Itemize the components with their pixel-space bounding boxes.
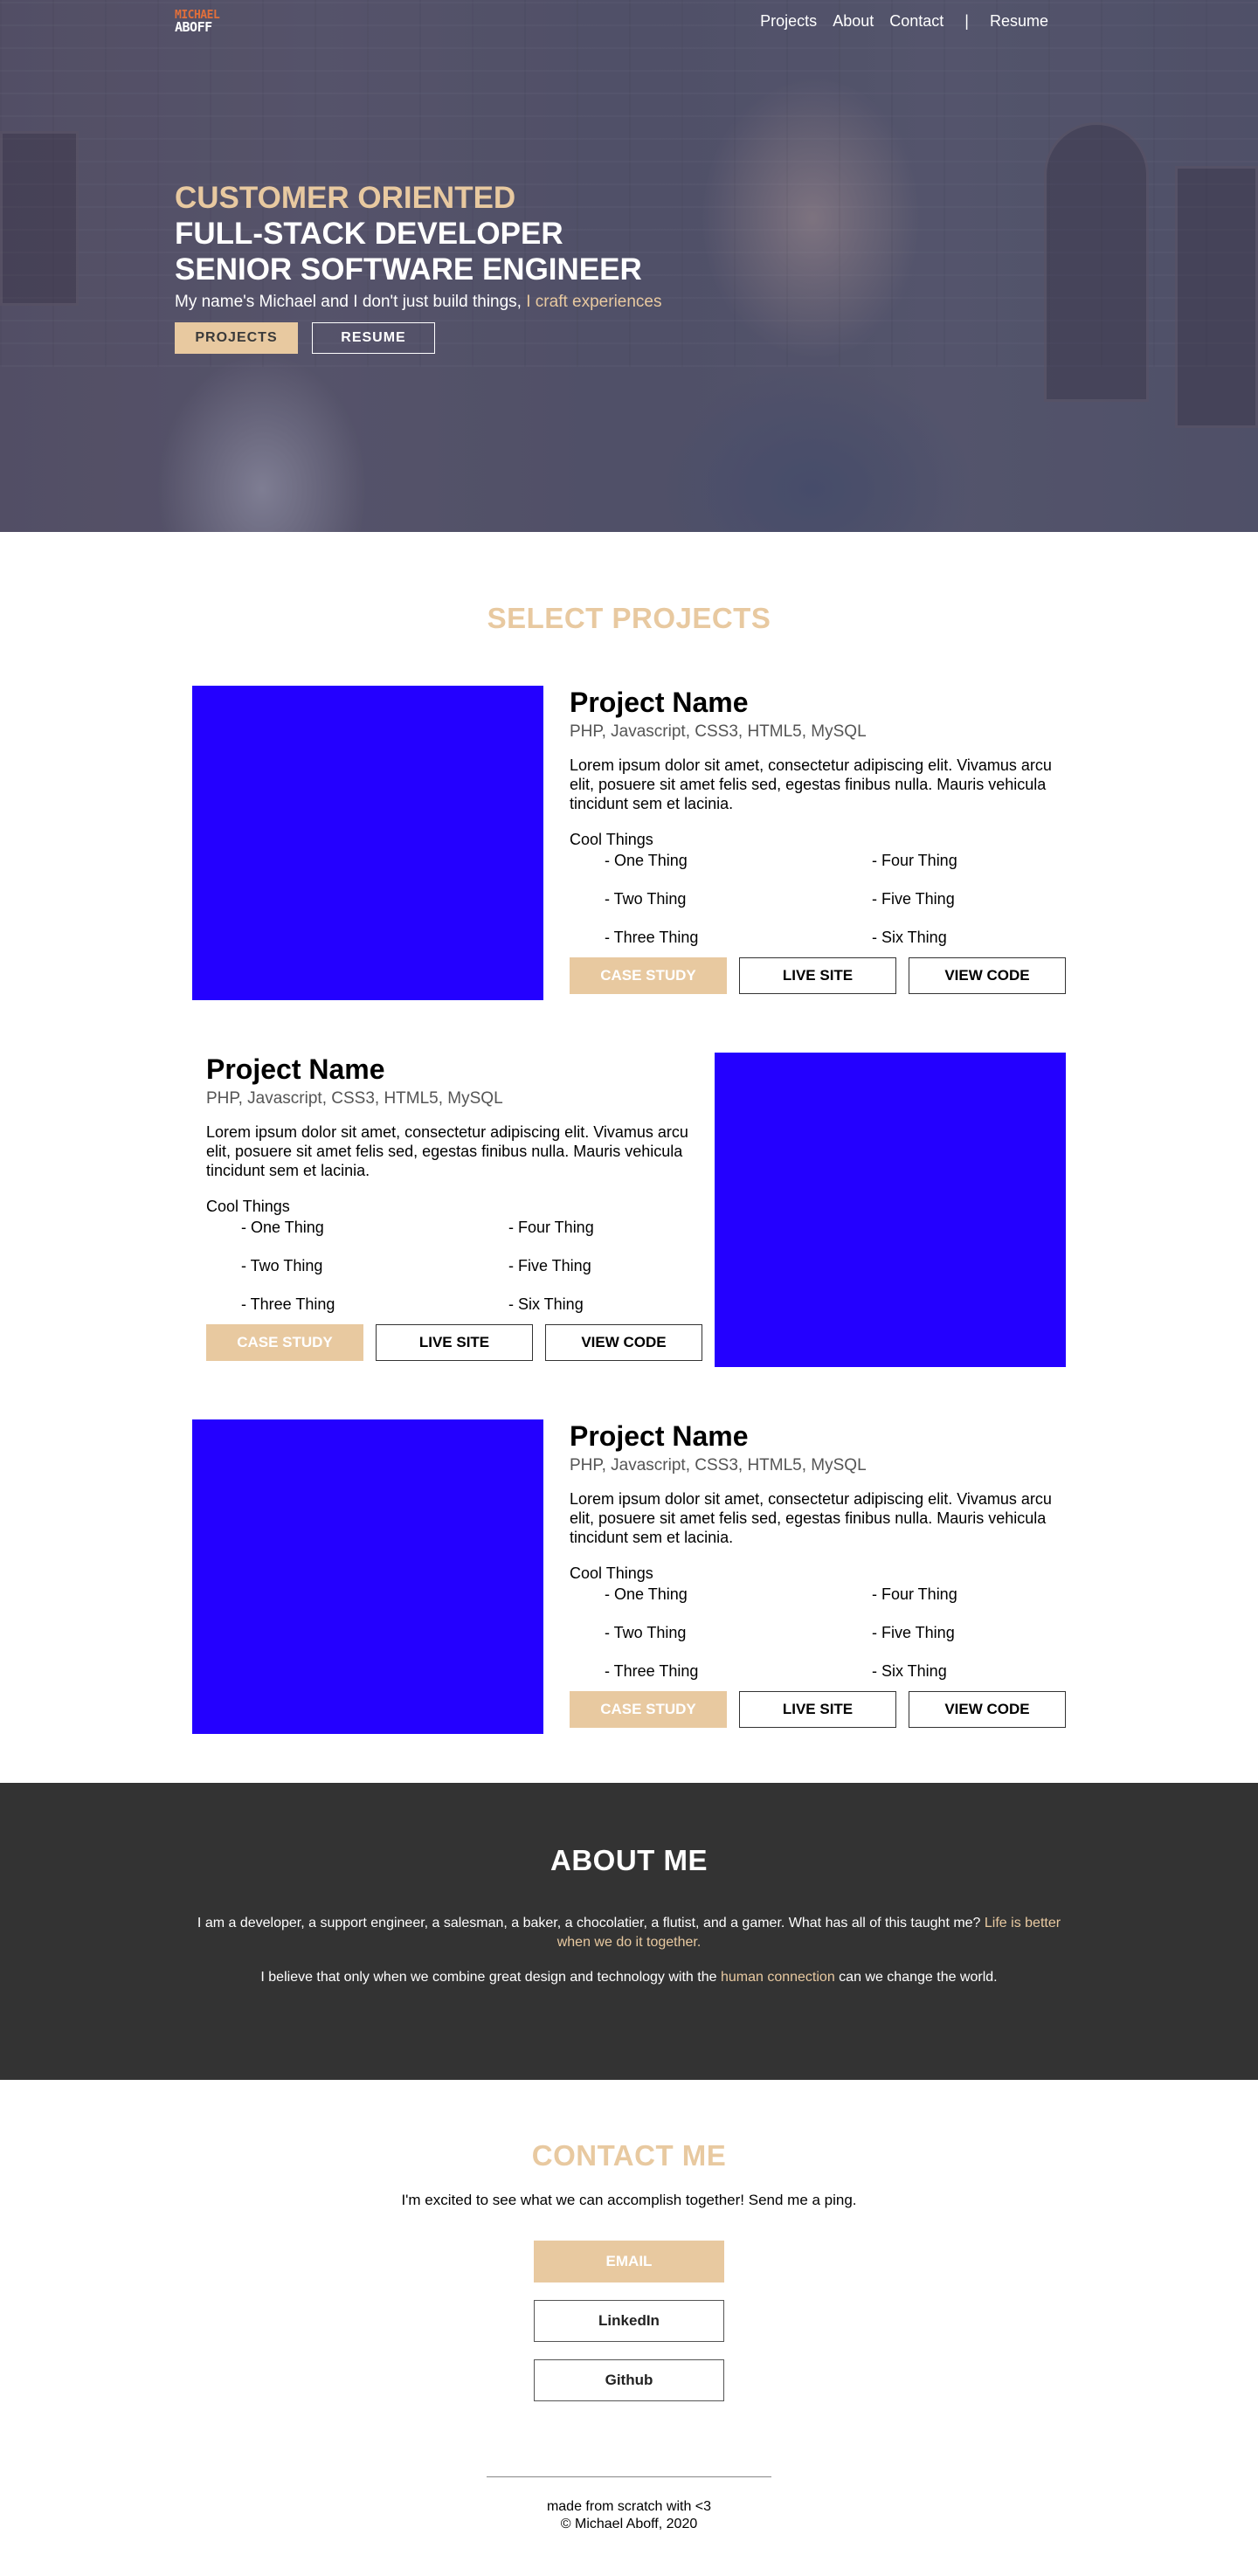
email-button[interactable]: EMAIL xyxy=(534,2241,724,2282)
cool-things-label: Cool Things xyxy=(570,1564,653,1582)
project-description: Lorem ipsum dolor sit amet, consectetur … xyxy=(570,1490,1052,1546)
list-item: - Five Thing xyxy=(508,1257,591,1274)
hero-content: CUSTOMER ORIENTED FULL-STACK DEVELOPER S… xyxy=(175,180,662,354)
hero-headline-line2: FULL-STACK DEVELOPER xyxy=(175,217,563,251)
projects-title: SELECT PROJECTS xyxy=(487,602,771,634)
project-tech-stack: PHP, Javascript, CSS3, HTML5, MySQL xyxy=(206,1089,503,1108)
project-tech-stack: PHP, Javascript, CSS3, HTML5, MySQL xyxy=(570,722,867,741)
contact-subtitle: I'm excited to see what we can accomplis… xyxy=(401,2192,857,2208)
cool-things-label: Cool Things xyxy=(570,831,653,848)
footer-divider xyxy=(487,2476,771,2477)
about-text: can we change the world. xyxy=(834,1970,998,1985)
hero-section: MICHAEL ABOFF Projects About Contact | R… xyxy=(0,0,1258,532)
list-item: - One Thing xyxy=(241,1219,324,1236)
nav-link-about[interactable]: About xyxy=(833,12,874,31)
cool-things-label: Cool Things xyxy=(206,1198,290,1215)
about-highlight: human connection xyxy=(720,1970,835,1985)
hero-resume-button[interactable]: RESUME xyxy=(312,322,435,354)
hero-headline-accent: CUSTOMER ORIENTED xyxy=(175,181,516,215)
list-item: - Six Thing xyxy=(872,929,947,946)
about-text: I believe that only when we combine grea… xyxy=(260,1970,721,1985)
list-item: - Three Thing xyxy=(241,1295,335,1313)
case-study-button[interactable]: CASE STUDY xyxy=(570,957,727,994)
cool-things-list: - One Thing - Four Thing - Two Thing - F… xyxy=(206,1218,702,1314)
list-item: - Six Thing xyxy=(508,1295,584,1313)
list-item: - Two Thing xyxy=(605,1624,687,1641)
hero-buttons: PROJECTS RESUME xyxy=(175,322,662,354)
project-info: Project Name PHP, Javascript, CSS3, HTML… xyxy=(570,1419,1066,1728)
project-buttons: CASE STUDY LIVE SITE VIEW CODE xyxy=(206,1324,702,1361)
nav-separator: | xyxy=(964,12,969,30)
projects-section: SELECT PROJECTS Project Name PHP, Javasc… xyxy=(0,532,1258,1783)
case-study-button[interactable]: CASE STUDY xyxy=(570,1691,727,1728)
project-name: Project Name xyxy=(206,1053,385,1085)
nav-link-contact[interactable]: Contact xyxy=(889,12,944,31)
contact-buttons: EMAIL LinkedIn Github xyxy=(0,2241,1258,2401)
nav-link-resume[interactable]: Resume xyxy=(990,12,1048,31)
nav-link-projects[interactable]: Projects xyxy=(760,12,817,31)
about-text: I am a developer, a support engineer, a … xyxy=(197,1916,985,1930)
nav-links: Projects About Contact | Resume xyxy=(744,12,1048,31)
list-item: - Two Thing xyxy=(605,890,687,908)
linkedin-button[interactable]: LinkedIn xyxy=(534,2300,724,2342)
site-logo[interactable]: MICHAEL ABOFF xyxy=(175,4,220,39)
list-item: - Five Thing xyxy=(872,890,955,908)
list-item: - Five Thing xyxy=(872,1624,955,1641)
project-image[interactable] xyxy=(192,686,543,1000)
hero-subtitle: My name's Michael and I don't just build… xyxy=(175,293,662,312)
project-buttons: CASE STUDY LIVE SITE VIEW CODE xyxy=(570,1691,1066,1728)
contact-section: CONTACT ME I'm excited to see what we ca… xyxy=(0,2080,1258,2401)
hero-subtitle-accent: I craft experiences xyxy=(526,293,662,311)
project-name: Project Name xyxy=(570,687,749,718)
project-card: Project Name PHP, Javascript, CSS3, HTML… xyxy=(192,1053,1066,1367)
project-card: Project Name PHP, Javascript, CSS3, HTML… xyxy=(192,1419,1066,1734)
project-description: Lorem ipsum dolor sit amet, consectetur … xyxy=(206,1123,688,1179)
hero-subtitle-text: My name's Michael and I don't just build… xyxy=(175,293,527,311)
list-item: - Three Thing xyxy=(605,929,699,946)
footer-made-with: made from scratch with <3 xyxy=(546,2499,712,2514)
cool-things-list: - One Thing - Four Thing - Two Thing - F… xyxy=(570,851,1066,947)
list-item: - Two Thing xyxy=(241,1257,323,1274)
view-code-button[interactable]: VIEW CODE xyxy=(545,1324,702,1361)
project-description: Lorem ipsum dolor sit amet, consectetur … xyxy=(570,756,1052,812)
logo-text-bottom: ABOFF xyxy=(175,19,212,35)
github-button[interactable]: Github xyxy=(534,2359,724,2401)
project-card: Project Name PHP, Javascript, CSS3, HTML… xyxy=(192,686,1066,1000)
list-item: - Three Thing xyxy=(605,1662,699,1680)
project-buttons: CASE STUDY LIVE SITE VIEW CODE xyxy=(570,957,1066,994)
list-item: - Four Thing xyxy=(872,852,957,869)
case-study-button[interactable]: CASE STUDY xyxy=(206,1324,363,1361)
top-nav: MICHAEL ABOFF Projects About Contact | R… xyxy=(0,0,1258,45)
site-footer: made from scratch with <3 © Michael Abof… xyxy=(0,2401,1258,2558)
live-site-button[interactable]: LIVE SITE xyxy=(739,957,896,994)
project-name: Project Name xyxy=(570,1420,749,1452)
view-code-button[interactable]: VIEW CODE xyxy=(909,957,1066,994)
cool-things-list: - One Thing - Four Thing - Two Thing - F… xyxy=(570,1585,1066,1681)
project-tech-stack: PHP, Javascript, CSS3, HTML5, MySQL xyxy=(570,1456,867,1474)
about-paragraph-1: I am a developer, a support engineer, a … xyxy=(188,1914,1070,1952)
about-title: ABOUT ME xyxy=(550,1844,708,1876)
live-site-button[interactable]: LIVE SITE xyxy=(739,1691,896,1728)
list-item: - Four Thing xyxy=(508,1219,594,1236)
list-item: - One Thing xyxy=(605,1585,688,1603)
list-item: - Six Thing xyxy=(872,1662,947,1680)
footer-copyright: © Michael Aboff, 2020 xyxy=(560,2517,698,2531)
live-site-button[interactable]: LIVE SITE xyxy=(376,1324,533,1361)
project-image[interactable] xyxy=(192,1419,543,1734)
view-code-button[interactable]: VIEW CODE xyxy=(909,1691,1066,1728)
about-section: ABOUT ME I am a developer, a support eng… xyxy=(0,1783,1258,2080)
list-item: - One Thing xyxy=(605,852,688,869)
hero-headline-line3: SENIOR SOFTWARE ENGINEER xyxy=(175,252,642,287)
about-paragraph-2: I believe that only when we combine grea… xyxy=(188,1968,1070,1987)
hero-projects-button[interactable]: PROJECTS xyxy=(175,322,298,354)
project-info: Project Name PHP, Javascript, CSS3, HTML… xyxy=(570,686,1066,994)
project-image[interactable] xyxy=(715,1053,1066,1367)
contact-title: CONTACT ME xyxy=(531,2139,727,2172)
project-info: Project Name PHP, Javascript, CSS3, HTML… xyxy=(192,1053,702,1361)
list-item: - Four Thing xyxy=(872,1585,957,1603)
